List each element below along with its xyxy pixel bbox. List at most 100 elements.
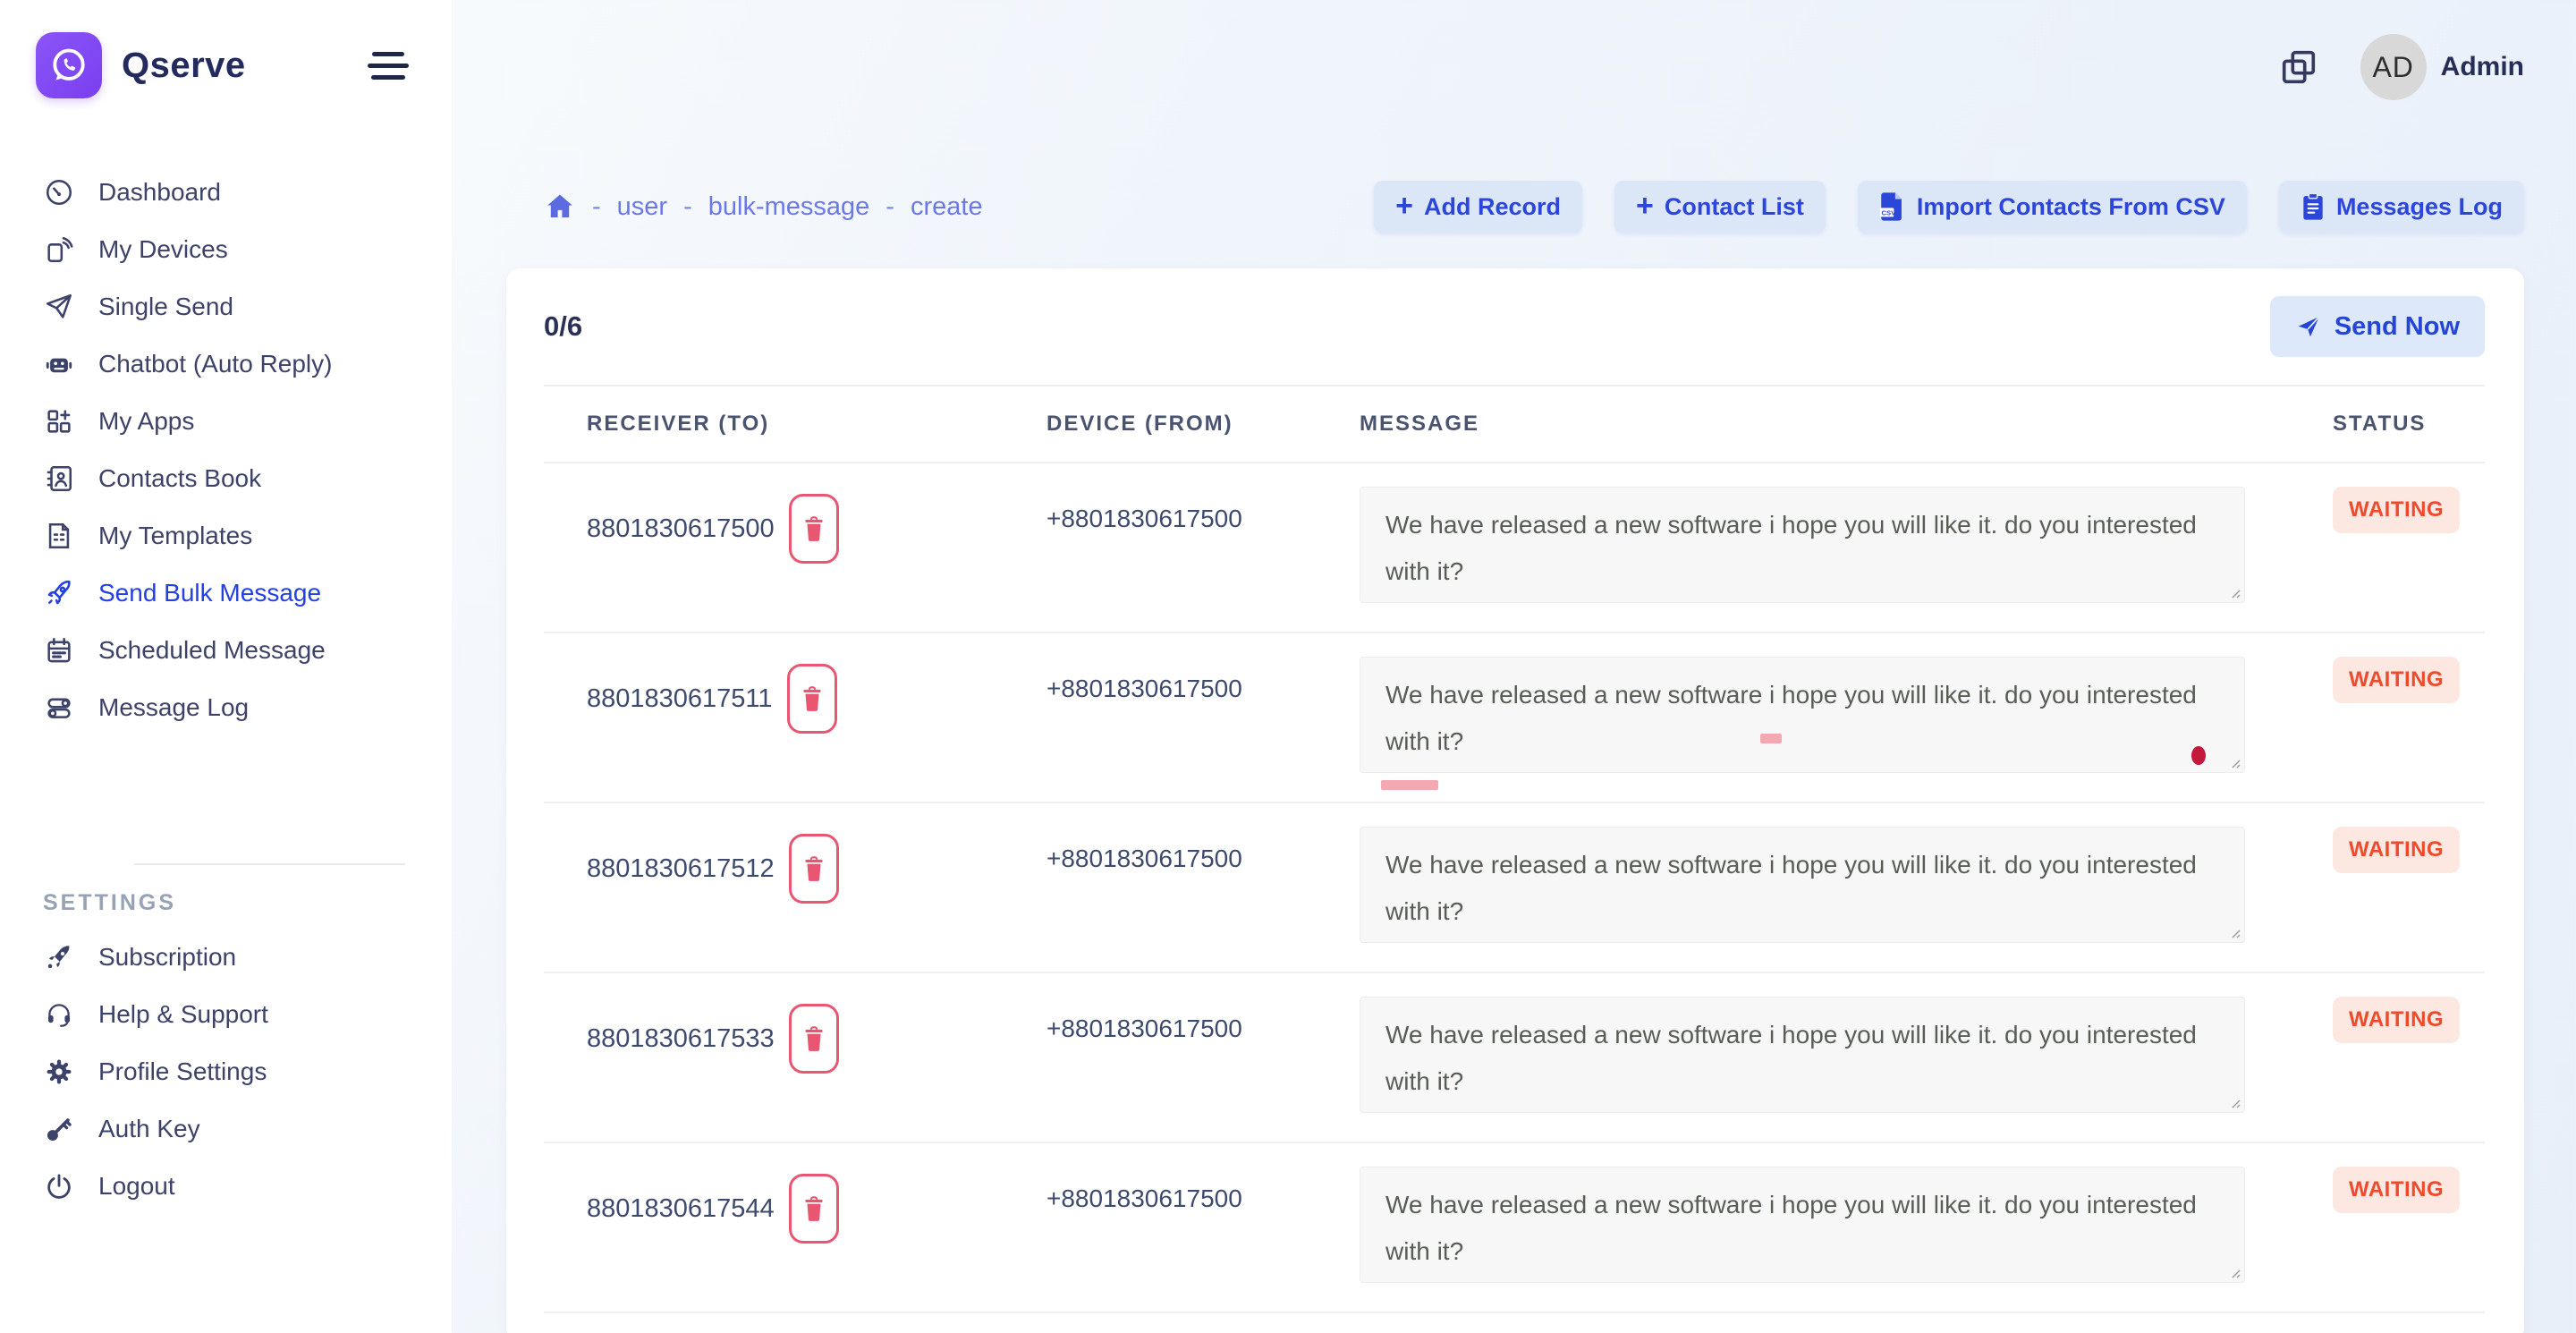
apps-grid-icon [43, 405, 75, 437]
column-header-device: DEVICE (FROM) [1046, 412, 1360, 437]
sidebar-item-label: My Apps [98, 407, 194, 436]
sidebar-item-my-apps[interactable]: My Apps [0, 393, 452, 450]
brand-logo[interactable]: Qserve [36, 32, 246, 98]
resize-handle-icon[interactable] [2228, 756, 2241, 768]
sidebar-item-chatbot[interactable]: Chatbot (Auto Reply) [0, 335, 452, 393]
device-number: +8801830617500 [1046, 505, 1242, 532]
breadcrumb-bulk-message[interactable]: bulk-message [708, 192, 870, 222]
send-now-button[interactable]: Send Now [2270, 296, 2485, 357]
sidebar-item-label: Scheduled Message [98, 636, 326, 665]
device-number: +8801830617500 [1046, 1184, 1242, 1212]
brand-name: Qserve [122, 46, 246, 86]
device-number: +8801830617500 [1046, 675, 1242, 702]
table-row: 8801830617512 +8801830617500 We have rel… [544, 803, 2485, 973]
status-badge: WAITING [2333, 827, 2460, 873]
power-icon [43, 1170, 75, 1202]
sidebar-item-dashboard[interactable]: Dashboard [0, 164, 452, 221]
sidebar-item-auth-key[interactable]: Auth Key [0, 1100, 452, 1158]
sidebar-item-message-log[interactable]: Message Log [0, 679, 452, 736]
resize-handle-icon[interactable] [2228, 926, 2241, 938]
sidebar-item-label: Subscription [98, 943, 236, 972]
plus-icon: + [1636, 191, 1654, 221]
receiver-number: 8801830617500 [587, 494, 775, 544]
breadcrumb-create[interactable]: create [911, 192, 983, 222]
resize-handle-icon[interactable] [2228, 586, 2241, 599]
contact-list-label: Contact List [1665, 193, 1804, 221]
trash-icon [802, 1025, 826, 1052]
breadcrumb-separator: - [886, 192, 894, 222]
sidebar-item-my-templates[interactable]: My Templates [0, 507, 452, 565]
add-record-button[interactable]: + Add Record [1374, 181, 1582, 233]
avatar[interactable]: AD [2360, 34, 2427, 100]
column-header-status: STATUS [2263, 412, 2485, 437]
sidebar-item-contacts-book[interactable]: Contacts Book [0, 450, 452, 507]
device-number: +8801830617500 [1046, 845, 1242, 872]
message-textarea[interactable]: We have released a new software i hope y… [1360, 997, 2245, 1113]
sidebar-item-help-support[interactable]: Help & Support [0, 986, 452, 1043]
table-row: 8801830617533 +8801830617500 We have rel… [544, 973, 2485, 1143]
plus-icon: + [1395, 191, 1413, 221]
delete-row-button[interactable] [789, 834, 839, 904]
template-file-icon [43, 520, 75, 552]
import-contacts-csv-label: Import Contacts From CSV [1917, 193, 2225, 221]
breadcrumb: - user - bulk-message - create [544, 191, 983, 223]
sidebar-item-label: Help & Support [98, 1000, 268, 1029]
sidebar-item-scheduled-message[interactable]: Scheduled Message [0, 622, 452, 679]
home-icon[interactable] [544, 191, 576, 223]
add-record-label: Add Record [1424, 193, 1561, 221]
breadcrumb-user[interactable]: user [617, 192, 667, 222]
message-textarea[interactable]: We have released a new software i hope y… [1360, 487, 2245, 603]
sidebar-item-label: Single Send [98, 293, 233, 321]
gauge-icon [43, 176, 75, 208]
rocket-filled-icon [43, 941, 75, 973]
sidebar-item-profile-settings[interactable]: Profile Settings [0, 1043, 452, 1100]
trash-icon [802, 855, 826, 882]
clipboard-icon [2301, 192, 2326, 221]
contact-list-button[interactable]: + Contact List [1614, 181, 1826, 233]
resize-handle-icon[interactable] [2228, 1266, 2241, 1278]
spellcheck-dot-icon [2191, 746, 2206, 765]
copy-icon[interactable] [2278, 47, 2319, 88]
send-now-label: Send Now [2334, 312, 2460, 342]
calendar-icon [43, 634, 75, 666]
table-row: 8801830617500 +8801830617500 We have rel… [544, 463, 2485, 633]
sidebar-toggle-icon[interactable] [368, 49, 409, 81]
sidebar-item-send-bulk-message[interactable]: Send Bulk Message [0, 565, 452, 622]
address-book-icon [43, 463, 75, 495]
delete-row-button[interactable] [789, 1174, 839, 1244]
sidebar-item-label: Message Log [98, 693, 249, 722]
messages-log-button[interactable]: Messages Log [2279, 181, 2524, 233]
sidebar-item-logout[interactable]: Logout [0, 1158, 452, 1215]
sidebar-item-my-devices[interactable]: My Devices [0, 221, 452, 278]
import-contacts-csv-button[interactable]: CSV Import Contacts From CSV [1858, 181, 2247, 233]
sidebar-item-label: Logout [98, 1172, 175, 1201]
csv-file-icon: CSV [1879, 191, 1906, 222]
table-row: 8801830617511 +8801830617500 We have rel… [544, 633, 2485, 803]
whatsapp-logo-icon [36, 32, 102, 98]
sidebar-item-single-send[interactable]: Single Send [0, 278, 452, 335]
main-content: AD Admin - user - bulk-message - create … [452, 0, 2576, 1333]
sidebar-settings: Subscription Help & Support [0, 929, 452, 1215]
status-badge: WAITING [2333, 1167, 2460, 1213]
breadcrumb-row: - user - bulk-message - create + Add Rec… [506, 181, 2524, 233]
resize-handle-icon[interactable] [2228, 1096, 2241, 1108]
message-textarea[interactable]: We have released a new software i hope y… [1360, 827, 2245, 943]
delete-row-button[interactable] [789, 494, 839, 564]
sidebar-item-subscription[interactable]: Subscription [0, 929, 452, 986]
breadcrumb-separator: - [683, 192, 692, 222]
progress-counter: 0/6 [544, 310, 582, 343]
gear-icon [43, 1056, 75, 1088]
sidebar-item-label: My Templates [98, 522, 252, 550]
message-textarea[interactable]: We have released a new software i hope y… [1360, 1167, 2245, 1283]
column-header-message: MESSAGE [1360, 412, 2263, 437]
receiver-number: 8801830617511 [587, 664, 773, 714]
trash-icon [802, 515, 826, 542]
card-header: 0/6 Send Now [544, 268, 2485, 385]
receiver-number: 8801830617512 [587, 834, 775, 884]
delete-row-button[interactable] [787, 664, 837, 734]
message-textarea[interactable]: We have released a new software i hope y… [1360, 657, 2245, 773]
delete-row-button[interactable] [789, 1004, 839, 1074]
topbar: AD Admin [506, 0, 2524, 134]
robot-icon [43, 348, 75, 380]
user-name[interactable]: Admin [2441, 52, 2524, 82]
